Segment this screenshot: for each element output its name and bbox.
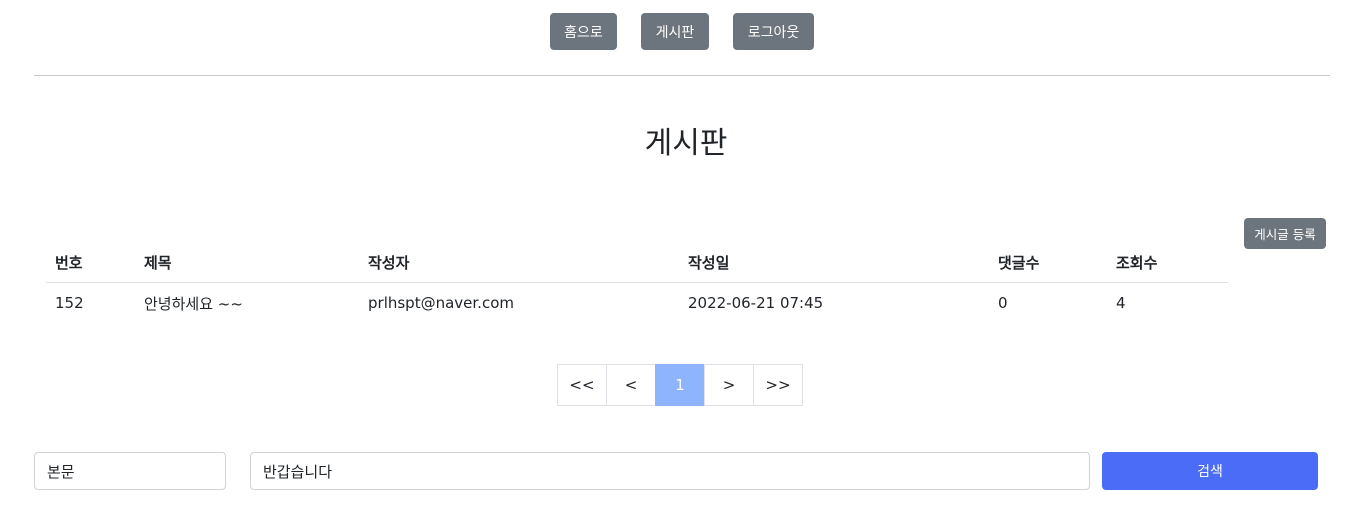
column-header-date: 작성일 [679,243,989,283]
page-title: 게시판 [644,126,728,161]
pagination: << < 1 > >> [557,364,803,406]
next-page-button[interactable]: > [704,364,754,406]
table-header-row: 번호 제목 작성자 작성일 댓글수 조회수 [46,243,1228,283]
search-type-value: 본문 [47,462,75,481]
register-post-button[interactable]: 게시글 등록 [1244,218,1326,249]
last-page-button[interactable]: >> [753,364,803,406]
current-page-button[interactable]: 1 [655,364,705,406]
top-navigation: 홈으로 게시판 로그아웃 [0,13,1372,50]
post-number: 152 [55,294,84,313]
post-date: 2022-06-21 07:45 [688,294,824,313]
column-header-number: 번호 [46,243,135,283]
board-table: 번호 제목 작성자 작성일 댓글수 조회수 152 안녕하세요 ~~ prlhs… [46,243,1228,324]
column-header-views: 조회수 [1107,243,1228,283]
search-button[interactable]: 검색 [1102,452,1318,490]
column-header-comments: 댓글수 [989,243,1107,283]
board-button[interactable]: 게시판 [641,13,709,50]
post-title-link[interactable]: 안녕하세요 ~~ [135,282,359,324]
column-header-title: 제목 [135,243,359,283]
prev-page-button[interactable]: < [606,364,656,406]
post-comment-count: 0 [998,294,1008,313]
table-row[interactable]: 152 안녕하세요 ~~ prlhspt@naver.com 2022-06-2… [46,282,1228,324]
search-input[interactable] [250,452,1090,490]
column-header-author: 작성자 [359,243,679,283]
post-view-count: 4 [1116,294,1126,313]
home-button[interactable]: 홈으로 [550,13,617,50]
header-divider [34,75,1330,76]
search-type-select[interactable]: 본문 [34,452,226,490]
logout-button[interactable]: 로그아웃 [733,13,814,50]
first-page-button[interactable]: << [557,364,607,406]
post-author: prlhspt@naver.com [368,294,514,313]
